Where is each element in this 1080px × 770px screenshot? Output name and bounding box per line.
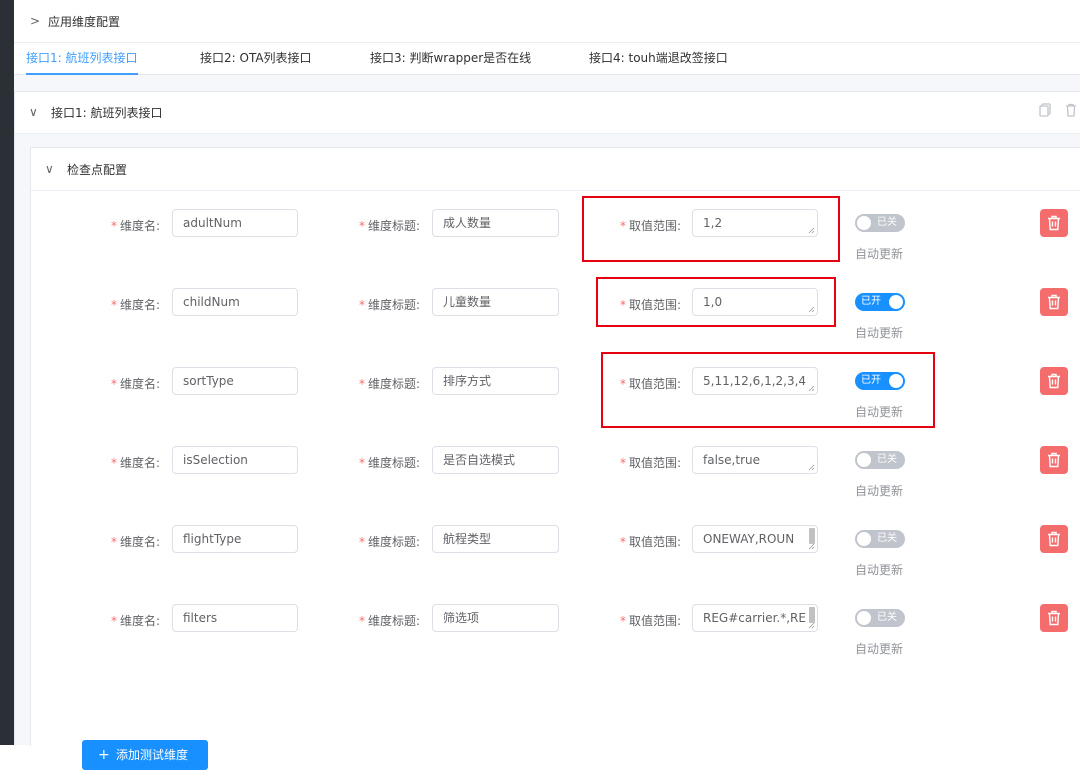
dimension-row: * 维度名: filters * 维度标题: 筛选项 * 取值范围: REG#carr… xyxy=(31,604,1080,674)
interface-panel-title: 接口1: 航班列表接口 xyxy=(51,106,163,120)
dimension-title-label: * 维度标题: xyxy=(359,298,421,312)
delete-dimension-button[interactable] xyxy=(1040,604,1068,632)
value-range-textarea[interactable]: false,true xyxy=(692,446,818,474)
dimension-title-input[interactable]: 航程类型 xyxy=(432,525,559,553)
value-range-label: * 取值范围: xyxy=(620,614,682,628)
chevron-down-icon: ∨ xyxy=(29,105,38,119)
dimension-name-label: * 维度名: xyxy=(111,219,161,233)
value-range-textarea[interactable]: ONEWAY,ROUN xyxy=(692,525,818,553)
textarea-scrollbar[interactable] xyxy=(809,607,815,623)
textarea-scrollbar[interactable] xyxy=(809,528,815,544)
dimension-name-input[interactable]: filters xyxy=(172,604,298,632)
auto-update-toggle[interactable]: 已关 xyxy=(855,214,905,232)
auto-update-toggle[interactable]: 已关 xyxy=(855,451,905,469)
dimension-name-input[interactable]: adultNum xyxy=(172,209,298,237)
tab-content-separator xyxy=(14,75,1080,92)
dimension-name-input[interactable]: flightType xyxy=(172,525,298,553)
delete-dimension-button[interactable] xyxy=(1040,209,1068,237)
auto-update-label: 自动更新 xyxy=(855,247,904,261)
dimension-title-input[interactable]: 是否自选模式 xyxy=(432,446,559,474)
interface-tabs: 接口1: 航班列表接口 接口2: OTA列表接口 接口3: 判断wrapper是… xyxy=(14,43,1080,75)
dimension-name-label: * 维度名: xyxy=(111,614,161,628)
dimension-name-input[interactable]: isSelection xyxy=(172,446,298,474)
interface-panel: ∨ 接口1: 航班列表接口 ∨ 检查点配置 * 维度名: adultNum * 维度… xyxy=(14,91,1080,770)
delete-dimension-button[interactable] xyxy=(1040,525,1068,553)
highlight-box xyxy=(601,352,935,428)
check-point-panel-title: 检查点配置 xyxy=(67,163,128,177)
dimension-name-label: * 维度名: xyxy=(111,456,161,470)
chevron-down-icon: ∨ xyxy=(45,162,54,176)
tab-interface-3[interactable]: 接口3: 判断wrapper是否在线 xyxy=(370,43,531,74)
value-range-textarea[interactable]: REG#carrier.*,RE xyxy=(692,604,818,632)
copy-icon[interactable] xyxy=(1039,103,1053,119)
dimension-row: * 维度名: flightType * 维度标题: 航程类型 * 取值范围: ONEW… xyxy=(31,525,1080,595)
delete-dimension-button[interactable] xyxy=(1040,288,1068,316)
dimension-title-label: * 维度标题: xyxy=(359,219,421,233)
check-point-panel: ∨ 检查点配置 * 维度名: adultNum * 维度标题: 成人数量 * 取值范围… xyxy=(30,147,1080,770)
value-range-label: * 取值范围: xyxy=(620,535,682,549)
tab-interface-1[interactable]: 接口1: 航班列表接口 xyxy=(26,43,138,75)
app-dimension-config-header[interactable]: > 应用维度配置 xyxy=(14,0,1080,43)
check-point-panel-header[interactable]: ∨ 检查点配置 xyxy=(31,148,1080,191)
tab-interface-2[interactable]: 接口2: OTA列表接口 xyxy=(200,43,312,74)
tab-interface-4[interactable]: 接口4: touh端退改签接口 xyxy=(589,43,728,74)
auto-update-label: 自动更新 xyxy=(855,563,904,577)
dimension-row: * 维度名: childNum * 维度标题: 儿童数量 * 取值范围: 1,0 已开… xyxy=(31,288,1080,358)
highlight-box xyxy=(596,277,836,327)
dimension-title-label: * 维度标题: xyxy=(359,535,421,549)
auto-update-toggle[interactable]: 已关 xyxy=(855,530,905,548)
auto-update-label: 自动更新 xyxy=(855,642,904,656)
dimension-row: * 维度名: isSelection * 维度标题: 是否自选模式 * 取值范围: f… xyxy=(31,446,1080,516)
trash-icon[interactable] xyxy=(1065,103,1079,119)
dimension-name-label: * 维度名: xyxy=(111,535,161,549)
dimension-row: * 维度名: adultNum * 维度标题: 成人数量 * 取值范围: 1,2 已关… xyxy=(31,209,1080,279)
dimension-name-input[interactable]: sortType xyxy=(172,367,298,395)
value-range-label: * 取值范围: xyxy=(620,456,682,470)
dimension-title-input[interactable]: 成人数量 xyxy=(432,209,559,237)
interface-panel-header[interactable]: ∨ 接口1: 航班列表接口 xyxy=(15,91,1080,134)
auto-update-toggle[interactable]: 已关 xyxy=(855,609,905,627)
left-sidebar-strip xyxy=(0,0,14,745)
auto-update-label: 自动更新 xyxy=(855,484,904,498)
chevron-right-icon: > xyxy=(30,14,41,28)
delete-dimension-button[interactable] xyxy=(1040,367,1068,395)
dimension-title-input[interactable]: 儿童数量 xyxy=(432,288,559,316)
delete-dimension-button[interactable] xyxy=(1040,446,1068,474)
dimension-title-input[interactable]: 排序方式 xyxy=(432,367,559,395)
auto-update-toggle[interactable]: 已开 xyxy=(855,293,905,311)
auto-update-label: 自动更新 xyxy=(855,326,904,340)
dimension-title-label: * 维度标题: xyxy=(359,614,421,628)
dimension-name-label: * 维度名: xyxy=(111,377,161,391)
dimension-name-label: * 维度名: xyxy=(111,298,161,312)
dimension-name-input[interactable]: childNum xyxy=(172,288,298,316)
highlight-box xyxy=(582,196,840,262)
dimension-title-label: * 维度标题: xyxy=(359,377,421,391)
page: > 应用维度配置 接口1: 航班列表接口 接口2: OTA列表接口 接口3: 判… xyxy=(14,0,1080,770)
dimension-title-label: * 维度标题: xyxy=(359,456,421,470)
app-dimension-config-title: 应用维度配置 xyxy=(48,14,121,29)
dimension-title-input[interactable]: 筛选项 xyxy=(432,604,559,632)
